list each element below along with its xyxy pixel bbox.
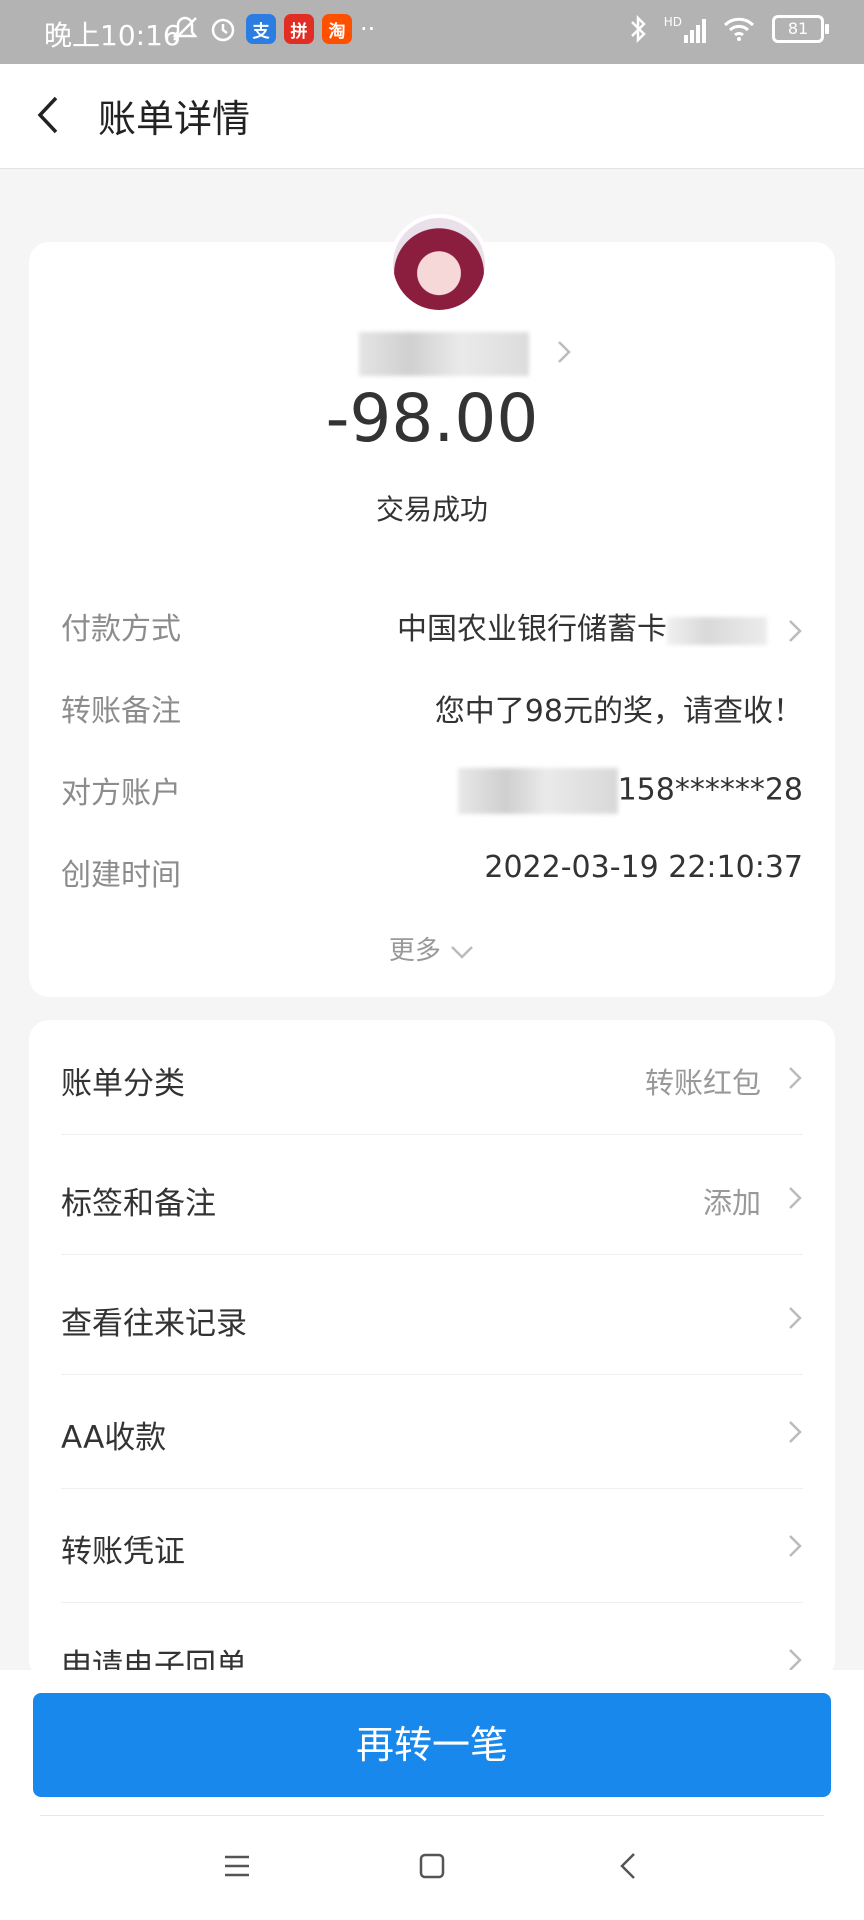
status-bar: 晚上10:16 支 拼 淘 ·· HD 81: [0, 0, 864, 64]
menu-nav-icon[interactable]: [217, 1846, 257, 1886]
amount: -98.00: [325, 380, 539, 457]
chevron-right-icon: [789, 1187, 802, 1209]
card-number-blurred: [667, 616, 767, 645]
menu-item-aa-collect[interactable]: AA收款: [61, 1374, 803, 1489]
back-arrow-icon[interactable]: [24, 90, 74, 140]
menu-label: 转账凭证: [61, 1534, 185, 1570]
signal-icon: HD: [664, 15, 706, 43]
menu-item-tags-notes[interactable]: 标签和备注 添加: [61, 1140, 803, 1255]
detail-row-counterparty: 对方账户 158******28: [61, 768, 803, 814]
alarm-icon: [211, 18, 235, 42]
chevron-right-icon: [789, 1067, 802, 1089]
home-nav-icon[interactable]: [412, 1846, 452, 1886]
menu-value: 转账红包: [644, 1066, 761, 1100]
menu-label: AA收款: [61, 1420, 167, 1456]
detail-label: 创建时间: [61, 858, 181, 893]
detail-row-payment-method[interactable]: 付款方式 中国农业银行储蓄卡: [61, 604, 803, 648]
menu-item-e-receipt[interactable]: 申请电子回单: [61, 1602, 803, 1680]
pinduoduo-icon: 拼: [284, 14, 314, 44]
menu-label: 账单分类: [61, 1066, 185, 1102]
status-icons: 支 拼 淘 ··: [170, 14, 375, 44]
menu-item-bill-category[interactable]: 账单分类 转账红包: [61, 1020, 803, 1135]
menu-item-history[interactable]: 查看往来记录: [61, 1260, 803, 1375]
account-name-blurred: [457, 768, 618, 814]
header-bar: 账单详情: [0, 64, 864, 169]
more-label: 更多: [388, 936, 441, 966]
chevron-right-icon: [789, 1307, 802, 1329]
wifi-icon: [723, 17, 755, 41]
status-time: 晚上10:16: [44, 19, 181, 52]
detail-row-remark: 转账备注 您中了98元的奖，请查收！: [61, 686, 803, 730]
detail-value: 158******28: [617, 772, 803, 808]
menu-label: 查看往来记录: [61, 1306, 247, 1342]
menu-item-transfer-voucher[interactable]: 转账凭证: [61, 1488, 803, 1603]
page-title: 账单详情: [98, 97, 251, 141]
more-button[interactable]: 更多: [29, 930, 835, 967]
back-nav-icon[interactable]: [610, 1846, 650, 1886]
menu-value: 添加: [702, 1186, 761, 1220]
chevron-right-icon: [789, 1535, 802, 1557]
payee-name-blurred[interactable]: [359, 332, 529, 376]
avatar[interactable]: [389, 214, 489, 314]
detail-value: 您中了98元的奖，请查收！: [434, 694, 803, 729]
taobao-icon: 淘: [322, 14, 352, 44]
chevron-down-icon: [451, 945, 474, 959]
bell-off-icon: [172, 16, 198, 41]
chevron-right-icon: [789, 619, 802, 642]
detail-value: 中国农业银行储蓄卡: [397, 612, 667, 647]
divider: [40, 1815, 824, 1816]
alipay-icon: 支: [246, 14, 276, 44]
detail-label: 转账备注: [61, 694, 181, 729]
menu-label: 标签和备注: [61, 1186, 216, 1222]
transfer-again-button[interactable]: 再转一笔: [33, 1693, 831, 1797]
transaction-card: -98.00 交易成功 付款方式 中国农业银行储蓄卡 转账备注 您中了98元的奖…: [29, 214, 835, 997]
detail-label: 付款方式: [61, 612, 181, 647]
actions-card: 账单分类 转账红包 标签和备注 添加 查看往来记录 AA收款 转账凭证 申请电子…: [29, 1020, 835, 1680]
status-right: HD 81: [628, 14, 829, 44]
more-notifications-icon: ··: [360, 15, 376, 43]
bluetooth-icon: [630, 14, 646, 44]
detail-label: 对方账户: [61, 776, 181, 811]
detail-value: 2022-03-19 22:10:37: [484, 850, 803, 885]
transaction-status: 交易成功: [375, 493, 488, 526]
detail-row-created-time: 创建时间 2022-03-19 22:10:37: [61, 850, 803, 894]
chevron-right-icon: [789, 1421, 802, 1443]
chevron-right-icon: [558, 341, 571, 363]
battery-icon: 81: [772, 15, 829, 43]
